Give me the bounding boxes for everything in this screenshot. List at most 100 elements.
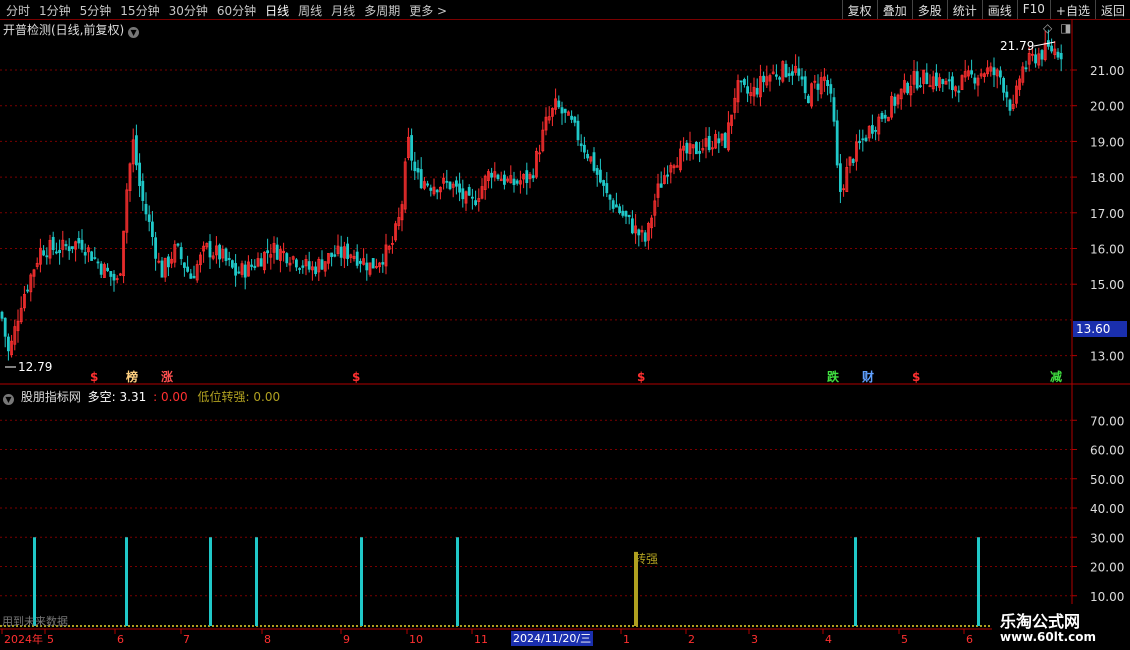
candle-body: [285, 253, 289, 264]
x-axis-label: 4: [825, 633, 832, 646]
candle-body: [445, 180, 449, 183]
main-y-tick-label: 16.00: [1090, 243, 1124, 257]
indicator-bar: [360, 537, 363, 626]
indicator-y-tick-label: 50.00: [1090, 473, 1124, 487]
event-marker-3: $: [352, 370, 360, 384]
candle-body: [755, 87, 759, 95]
event-marker-0: $: [90, 370, 98, 384]
candle-body: [698, 150, 701, 154]
candle-body: [1050, 45, 1053, 52]
candle-body: [618, 206, 621, 214]
indicator-title-row: ▼ 股朋指标网 多空: 3.31 : 0.00 低位转强: 0.00: [3, 388, 280, 405]
main-y-tick-label: 20.00: [1090, 100, 1124, 114]
x-axis-label: 2: [688, 633, 695, 646]
indicator-y-tick-label: 30.00: [1090, 531, 1124, 545]
candle-body: [416, 168, 420, 173]
candle-body: [346, 243, 350, 259]
indicator-y-tick-label: 40.00: [1090, 502, 1124, 516]
candle-body: [515, 180, 519, 184]
candle-body: [51, 236, 55, 250]
candle-body: [83, 251, 87, 256]
candle-body: [470, 196, 474, 199]
candle-body: [1008, 99, 1012, 111]
watermark-title: 乐淘公式网: [1000, 612, 1081, 631]
candle-body: [227, 258, 231, 260]
chevron-down-icon[interactable]: ▼: [3, 394, 14, 405]
candle-body: [55, 251, 58, 254]
candle-body: [490, 172, 494, 178]
candle-body: [611, 200, 615, 209]
candle-body: [576, 120, 580, 141]
candle-body: [314, 266, 318, 275]
x-axis-label: 5: [47, 633, 54, 646]
candle-body: [883, 114, 887, 119]
candle-body: [435, 189, 439, 193]
candle-body: [381, 262, 385, 265]
candle-body: [339, 246, 343, 258]
main-pane-title: 开普检测(日线,前复权): [3, 23, 125, 37]
candle-body: [851, 159, 855, 163]
kline-chart-svg[interactable]: 21.0020.0019.0018.0017.0016.0015.0013.00…: [0, 0, 1130, 650]
candle-body: [109, 271, 113, 277]
candle-body: [426, 183, 430, 186]
candle-body: [935, 72, 938, 87]
indicator-y-tick-label: 10.00: [1090, 590, 1124, 604]
candle-body: [695, 142, 698, 155]
event-marker-6: 财: [861, 369, 874, 384]
candle-body: [259, 258, 263, 267]
candle-body: [957, 90, 961, 93]
watermark: 乐淘公式网 www.60lt.com: [992, 604, 1130, 650]
candle-body: [666, 174, 669, 177]
main-y-tick-label: 21.00: [1090, 64, 1124, 78]
candle-body: [608, 194, 612, 200]
candle-body: [410, 135, 414, 161]
candle-body: [557, 100, 561, 108]
candle-body: [947, 79, 951, 82]
candle-body: [839, 163, 842, 192]
candle-body: [301, 265, 305, 268]
candle-body: [413, 161, 417, 172]
main-pane-title-row: 开普检测(日线,前复权) ▼: [3, 21, 142, 38]
candle-body: [429, 187, 433, 191]
candle-body: [99, 263, 103, 275]
chevron-down-icon[interactable]: ▼: [128, 27, 140, 38]
selected-date-label: 2024/11/20/三: [511, 631, 594, 646]
candle-body: [925, 72, 929, 84]
candle-body: [224, 248, 228, 261]
candle-body: [941, 79, 945, 85]
candle-body: [189, 273, 193, 279]
candle-body: [147, 214, 151, 222]
candle-body: [586, 153, 589, 159]
current-price-label: 13.60: [1073, 321, 1127, 337]
x-axis-label: 11: [474, 633, 488, 646]
candle-body: [999, 70, 1002, 78]
candle-body: [138, 162, 142, 187]
candle-body: [1059, 52, 1063, 60]
candle-body: [816, 83, 820, 90]
candle-body: [266, 250, 270, 254]
candle-body: [723, 132, 727, 148]
x-axis-label: 8: [264, 633, 271, 646]
candle-body: [563, 108, 567, 113]
candle-body: [579, 143, 583, 147]
candle-body: [874, 130, 877, 132]
indicator-bar: [255, 537, 258, 626]
candle-body: [154, 237, 158, 259]
candle-body: [7, 336, 10, 352]
candle-body: [64, 244, 68, 247]
diamond-icon[interactable]: ◇: [1043, 21, 1052, 35]
candle-body: [746, 86, 749, 94]
layout-toggle-icon[interactable]: ◨: [1060, 21, 1071, 35]
candle-body: [134, 135, 138, 166]
candle-body: [160, 260, 164, 278]
candle-body: [371, 258, 375, 269]
x-axis-label: 6: [117, 633, 124, 646]
candle-body: [893, 96, 897, 106]
candle-body: [743, 79, 746, 85]
future-data-note: 用到未来数据: [2, 615, 68, 628]
candle-body: [573, 116, 577, 123]
candle-body: [237, 271, 241, 274]
candle-body: [1040, 50, 1044, 60]
candle-body: [583, 144, 586, 153]
candle-body: [502, 174, 506, 185]
